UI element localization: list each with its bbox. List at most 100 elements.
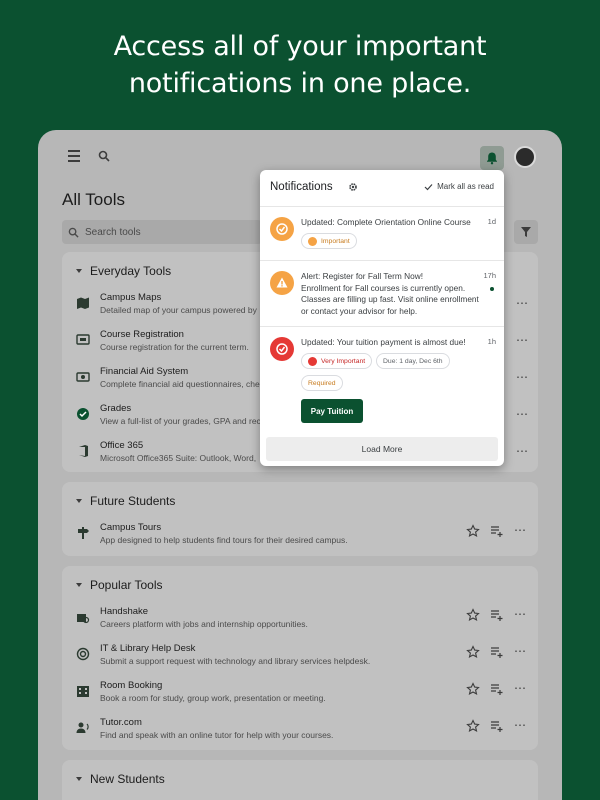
- add-to-list-icon[interactable]: [490, 719, 504, 733]
- verified-icon: [77, 408, 89, 420]
- section-title: Future Students: [90, 494, 176, 508]
- job-search-icon: [77, 614, 90, 624]
- add-to-list-icon[interactable]: [490, 524, 504, 538]
- more-icon[interactable]: ⋯: [514, 524, 528, 538]
- section-title: Popular Tools: [90, 578, 163, 592]
- tool-description: App designed to help students find tours…: [100, 535, 348, 545]
- tool-name: Handshake: [100, 606, 149, 617]
- tool-description: Book a room for study, group work, prese…: [100, 693, 326, 703]
- more-icon[interactable]: ⋯: [516, 370, 528, 384]
- tool-description: Careers platform with jobs and internshi…: [100, 619, 308, 629]
- caret-down-icon: [76, 269, 82, 273]
- more-icon[interactable]: ⋯: [516, 333, 528, 347]
- very-important-chip: Very Important: [301, 353, 373, 369]
- tool-description: Submit a support request with technology…: [100, 656, 371, 666]
- important-icon: [308, 236, 317, 246]
- more-icon[interactable]: ⋯: [516, 407, 528, 421]
- tool-name: Campus Tours: [100, 522, 162, 533]
- star-icon[interactable]: [466, 682, 480, 696]
- caret-down-icon: [76, 499, 82, 503]
- tool-row[interactable]: Campus Tours App designed to help studen…: [76, 522, 536, 556]
- notification-item[interactable]: Updated: Complete Orientation Online Cou…: [260, 206, 504, 260]
- search-icon: [68, 227, 79, 238]
- pay-tuition-button[interactable]: Pay Tuition: [301, 399, 363, 423]
- caret-down-icon: [76, 583, 82, 587]
- tool-name: Grades: [100, 403, 132, 414]
- notification-title: Alert: Register for Fall Term Now! Enrol…: [301, 271, 481, 317]
- add-to-list-icon[interactable]: [490, 645, 504, 659]
- menu-icon[interactable]: [68, 150, 80, 165]
- office-icon: [79, 445, 88, 457]
- required-chip: Required: [301, 375, 343, 391]
- headline-line-2: notifications in one place.: [128, 68, 472, 99]
- more-icon[interactable]: ⋯: [514, 719, 528, 733]
- filter-button[interactable]: [514, 220, 538, 244]
- check-badge-icon: [270, 217, 294, 241]
- tool-row[interactable]: Handshake Careers platform with jobs and…: [76, 606, 536, 640]
- mark-all-read-label: Mark all as read: [437, 182, 494, 191]
- more-icon[interactable]: ⋯: [516, 296, 528, 310]
- section-header[interactable]: New Students: [76, 772, 165, 786]
- registration-icon: [76, 334, 90, 345]
- gear-icon[interactable]: [348, 182, 358, 192]
- support-icon: [76, 647, 90, 661]
- bell-icon: [487, 152, 497, 165]
- mark-all-read-button[interactable]: Mark all as read: [424, 182, 494, 191]
- signpost-icon: [78, 527, 89, 539]
- add-to-list-icon[interactable]: [490, 682, 504, 696]
- chip-label: Due: 1 day, Dec 6th: [383, 357, 443, 365]
- search-bar[interactable]: [62, 220, 262, 244]
- section-title: Everyday Tools: [90, 264, 172, 278]
- filter-icon: [521, 227, 531, 237]
- tool-name: Course Registration: [100, 329, 184, 340]
- section-header[interactable]: Everyday Tools: [76, 264, 171, 278]
- notification-item[interactable]: Alert: Register for Fall Term Now! Enrol…: [260, 260, 504, 326]
- more-icon[interactable]: ⋯: [514, 682, 528, 696]
- notification-item[interactable]: Updated: Your tuition payment is almost …: [260, 326, 504, 432]
- check-icon: [424, 183, 433, 190]
- notification-title: Updated: Your tuition payment is almost …: [301, 337, 466, 347]
- load-more-button[interactable]: Load More: [266, 437, 498, 461]
- tool-row[interactable]: IT & Library Help Desk Submit a support …: [76, 643, 536, 677]
- tool-name: Financial Aid System: [100, 366, 189, 377]
- notification-time: 1d: [487, 217, 496, 226]
- chip-label: Important: [321, 237, 350, 245]
- unread-indicator: [490, 287, 494, 291]
- notification-body: Enrollment for Fall courses is currently…: [301, 282, 479, 316]
- money-icon: [76, 372, 90, 382]
- add-to-list-icon[interactable]: [490, 608, 504, 622]
- caret-down-icon: [76, 777, 82, 781]
- section-header[interactable]: Popular Tools: [76, 578, 163, 592]
- tool-row[interactable]: Room Booking Book a room for study, grou…: [76, 680, 536, 714]
- very-important-icon: [308, 356, 317, 366]
- star-icon[interactable]: [466, 524, 480, 538]
- section-new-students: New Students: [62, 760, 538, 800]
- search-input[interactable]: [85, 226, 235, 238]
- more-icon[interactable]: ⋯: [516, 444, 528, 458]
- tool-actions: ⋯: [466, 645, 528, 659]
- tool-actions: ⋯: [466, 682, 528, 696]
- tool-name: IT & Library Help Desk: [100, 643, 196, 654]
- tool-name: Tutor.com: [100, 717, 142, 728]
- section-header[interactable]: Future Students: [76, 494, 175, 508]
- avatar[interactable]: [514, 146, 536, 168]
- tool-name: Campus Maps: [100, 292, 162, 303]
- star-icon[interactable]: [466, 608, 480, 622]
- tool-actions: ⋯: [466, 524, 528, 538]
- search-icon[interactable]: [98, 150, 110, 162]
- tool-actions: ⋯: [466, 719, 528, 733]
- notification-time: 17h: [483, 271, 496, 280]
- notification-title-text: Alert: Register for Fall Term Now!: [301, 271, 424, 281]
- notifications-title: Notifications: [270, 181, 333, 193]
- notification-time: 1h: [487, 337, 496, 346]
- notifications-button[interactable]: [480, 146, 504, 170]
- more-icon[interactable]: ⋯: [514, 608, 528, 622]
- star-icon[interactable]: [466, 645, 480, 659]
- more-icon[interactable]: ⋯: [514, 645, 528, 659]
- building-icon: [77, 686, 89, 697]
- due-date-chip: Due: 1 day, Dec 6th: [376, 353, 450, 369]
- tool-row[interactable]: Tutor.com Find and speak with an online …: [76, 717, 536, 751]
- star-icon[interactable]: [466, 719, 480, 733]
- tool-description: Microsoft Office365 Suite: Outlook, Word…: [100, 453, 257, 463]
- check-badge-icon: [270, 337, 294, 361]
